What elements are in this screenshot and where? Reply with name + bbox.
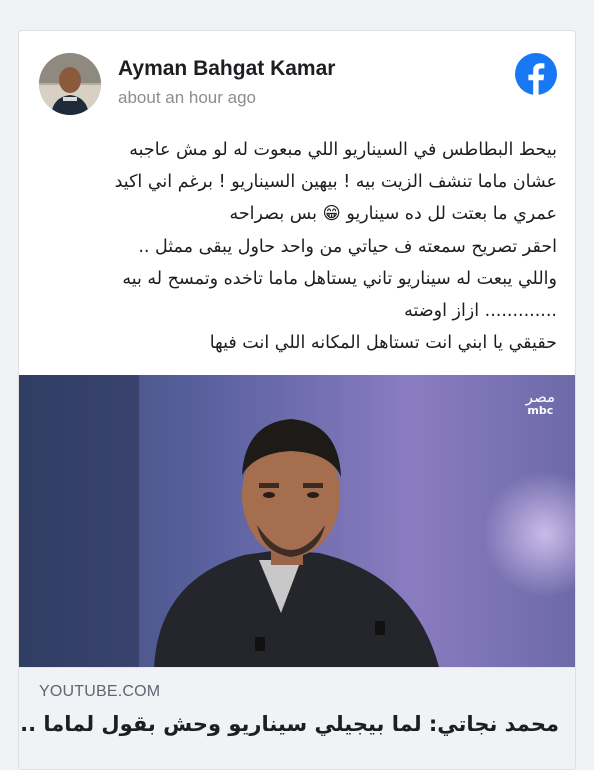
post-text: بيحط البطاطس في السيناريو اللي مبعوت له …: [49, 134, 557, 359]
post-text-line: ............. ازاز اوضته: [404, 301, 557, 322]
post-timestamp[interactable]: about an hour ago: [118, 88, 256, 108]
video-thumbnail-image: [19, 375, 575, 667]
channel-logo-arabic: مصر: [525, 388, 555, 406]
post-text-line: حقيقي يا ابني انت تستاهل المكانه اللي ان…: [209, 333, 557, 354]
facebook-logo-icon[interactable]: [515, 53, 557, 95]
video-thumbnail[interactable]: مصر mbc: [19, 375, 575, 667]
author-avatar[interactable]: [39, 53, 101, 115]
post-card: Ayman Bahgat Kamar about an hour ago بيح…: [18, 30, 576, 770]
post-header: Ayman Bahgat Kamar about an hour ago: [19, 31, 575, 121]
link-preview[interactable]: YOUTUBE.COM محمد نجاتي: لما بيجيلي سينار…: [19, 667, 575, 769]
avatar-image: [39, 53, 101, 115]
link-title[interactable]: محمد نجاتي: لما بيجيلي سيناريو وحش بقول …: [19, 712, 559, 736]
post-text-line: واللي يبعت له سيناريو تاني يستاهل ماما ت…: [122, 268, 557, 289]
post-text-line: عشان ماما تنشف الزيت بيه ! بيهين السينار…: [114, 172, 557, 193]
channel-logo-latin: mbc: [527, 404, 554, 417]
post-text-line: احقر تصريح سمعته ف حياتي من واحد حاول يب…: [138, 236, 557, 257]
link-source: YOUTUBE.COM: [39, 683, 161, 700]
post-text-line: عمري ما بعتت لل ده سيناريو 😁 بس بصراحه: [229, 204, 557, 225]
post-text-line: بيحط البطاطس في السيناريو اللي مبعوت له …: [129, 140, 557, 160]
author-name[interactable]: Ayman Bahgat Kamar: [118, 57, 335, 81]
channel-logo: مصر mbc: [526, 389, 555, 417]
